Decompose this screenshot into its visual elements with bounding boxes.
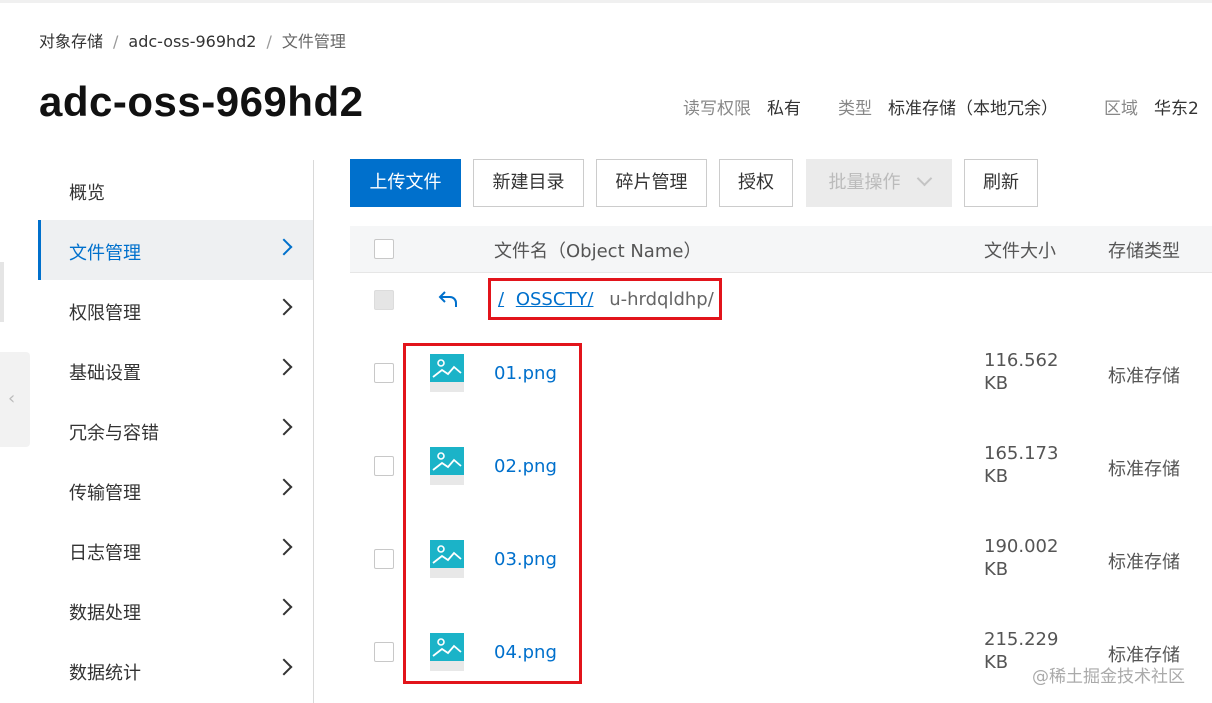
meta-region: 区域 华东2	[1104, 94, 1199, 119]
chevron-right-icon	[275, 298, 293, 316]
sidebar-item-basic-settings[interactable]: 基础设置	[38, 340, 313, 400]
row-checkbox[interactable]	[374, 456, 394, 476]
meta-permission-label: 读写权限	[683, 99, 751, 119]
chevron-right-icon	[275, 658, 293, 676]
breadcrumb-item-bucket[interactable]: adc-oss-969hd2	[128, 32, 256, 51]
storage-type: 标准存储	[1108, 552, 1180, 573]
breadcrumb-item-oss[interactable]: 对象存储	[39, 32, 103, 51]
column-header-name[interactable]: 文件名（Object Name）	[494, 237, 701, 263]
chevron-right-icon	[275, 598, 293, 616]
upload-button[interactable]: 上传文件	[350, 159, 461, 207]
sidebar-divider	[313, 160, 314, 703]
chevron-right-icon	[275, 358, 293, 376]
breadcrumb-item-current: 文件管理	[281, 32, 346, 51]
storage-type: 标准存储	[1108, 459, 1180, 480]
authorize-button[interactable]: 授权	[719, 159, 793, 207]
meta-type: 类型 标准存储（本地冗余）	[838, 94, 1058, 119]
sidebar: 概览 文件管理 权限管理 基础设置 冗余与容错 传输管理 日志管理 数据处理 数…	[38, 160, 313, 703]
sidebar-item-label: 冗余与容错	[69, 423, 159, 444]
batch-operations-label: 批量操作	[828, 172, 901, 193]
chevron-right-icon	[275, 238, 293, 256]
page-title: adc-oss-969hd2	[39, 78, 364, 125]
new-directory-button[interactable]: 新建目录	[473, 159, 584, 207]
table-header: 文件名（Object Name） 文件大小 存储类型	[350, 226, 1212, 273]
watermark: @稀土掘金技术社区	[1032, 667, 1185, 687]
chevron-right-icon	[275, 538, 293, 556]
sidebar-collapse-handle[interactable]: ‹	[0, 352, 30, 447]
sidebar-item-redundancy[interactable]: 冗余与容错	[38, 400, 313, 460]
sidebar-item-label: 权限管理	[69, 303, 141, 324]
top-border	[0, 0, 1212, 3]
file-size-unit: KB	[984, 373, 1009, 394]
chevron-right-icon	[275, 418, 293, 436]
sidebar-item-label: 日志管理	[69, 543, 141, 564]
sidebar-item-label: 基础设置	[69, 363, 141, 384]
file-size-unit: KB	[984, 466, 1009, 487]
fragment-management-button[interactable]: 碎片管理	[596, 159, 707, 207]
file-size-value: 165.173	[984, 443, 1059, 464]
meta-region-value: 华东2	[1154, 99, 1199, 119]
file-size: 116.562 KB	[984, 349, 1064, 395]
file-size-unit: KB	[984, 559, 1009, 580]
meta-type-label: 类型	[838, 99, 872, 119]
meta-type-value: 标准存储（本地冗余）	[888, 99, 1058, 119]
highlight-box-path	[488, 278, 722, 320]
chevron-left-icon: ‹	[8, 388, 16, 409]
sidebar-item-permissions[interactable]: 权限管理	[38, 280, 313, 340]
sidebar-item-label: 数据处理	[69, 603, 141, 624]
file-size-value: 190.002	[984, 536, 1059, 557]
sidebar-item-label: 概览	[69, 183, 105, 204]
chevron-down-icon	[916, 170, 932, 187]
meta-region-label: 区域	[1104, 99, 1138, 119]
breadcrumb-separator: /	[113, 32, 119, 51]
row-checkbox[interactable]	[374, 642, 394, 662]
column-header-size[interactable]: 文件大小	[984, 237, 1056, 263]
sidebar-item-file-management[interactable]: 文件管理	[38, 220, 313, 280]
left-edge-strip	[0, 262, 4, 322]
storage-type: 标准存储	[1108, 366, 1180, 387]
row-checkbox[interactable]	[374, 549, 394, 569]
file-size-value: 215.229	[984, 629, 1059, 650]
row-checkbox[interactable]	[374, 363, 394, 383]
refresh-button[interactable]: 刷新	[964, 159, 1038, 207]
sidebar-item-data-stats[interactable]: 数据统计	[38, 640, 313, 700]
select-all-checkbox[interactable]	[374, 239, 394, 259]
chevron-right-icon	[275, 478, 293, 496]
sidebar-item-logs[interactable]: 日志管理	[38, 520, 313, 580]
batch-operations-button[interactable]: 批量操作	[806, 159, 952, 207]
file-size: 190.002 KB	[984, 535, 1064, 581]
sidebar-item-data-processing[interactable]: 数据处理	[38, 580, 313, 640]
breadcrumb-separator: /	[266, 32, 272, 51]
sidebar-item-label: 传输管理	[69, 483, 141, 504]
sidebar-item-label: 数据统计	[69, 663, 141, 684]
file-size: 165.173 KB	[984, 442, 1064, 488]
path-row-checkbox	[374, 290, 394, 310]
back-arrow-icon[interactable]	[436, 287, 460, 311]
breadcrumb: 对象存储 / adc-oss-969hd2 / 文件管理	[39, 28, 346, 52]
meta-permission-value: 私有	[767, 99, 801, 119]
sidebar-item-overview[interactable]: 概览	[38, 160, 313, 220]
sidebar-item-transfer[interactable]: 传输管理	[38, 460, 313, 520]
sidebar-item-label: 文件管理	[69, 243, 141, 264]
highlight-box-files	[403, 343, 582, 684]
meta-permission: 读写权限 私有	[683, 94, 801, 119]
file-size-value: 116.562	[984, 350, 1059, 371]
column-header-storage[interactable]: 存储类型	[1108, 237, 1180, 263]
